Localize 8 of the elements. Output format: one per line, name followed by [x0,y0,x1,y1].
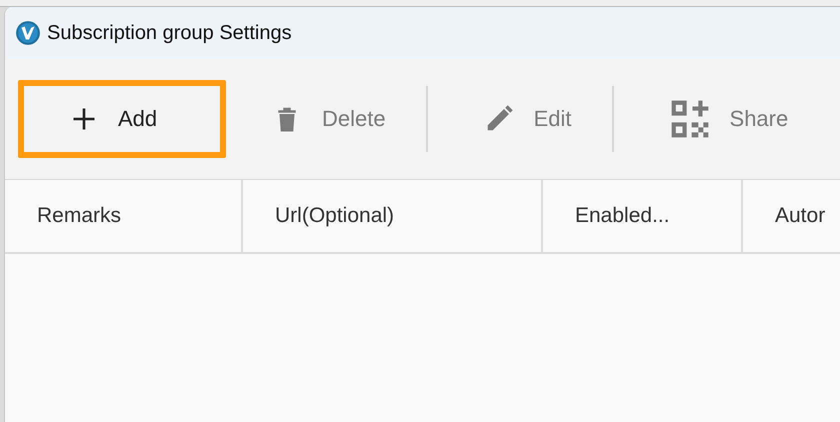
window-title: Subscription group Settings [47,22,292,44]
column-header[interactable]: Enabled... [543,180,743,252]
column-header[interactable]: Autor [743,180,840,252]
add-button[interactable]: Add [18,80,226,158]
qr-code-icon [670,99,710,139]
app-logo-icon [15,20,41,46]
column-header[interactable]: Remarks [5,180,243,252]
column-header[interactable]: Url(Optional) [243,180,543,252]
